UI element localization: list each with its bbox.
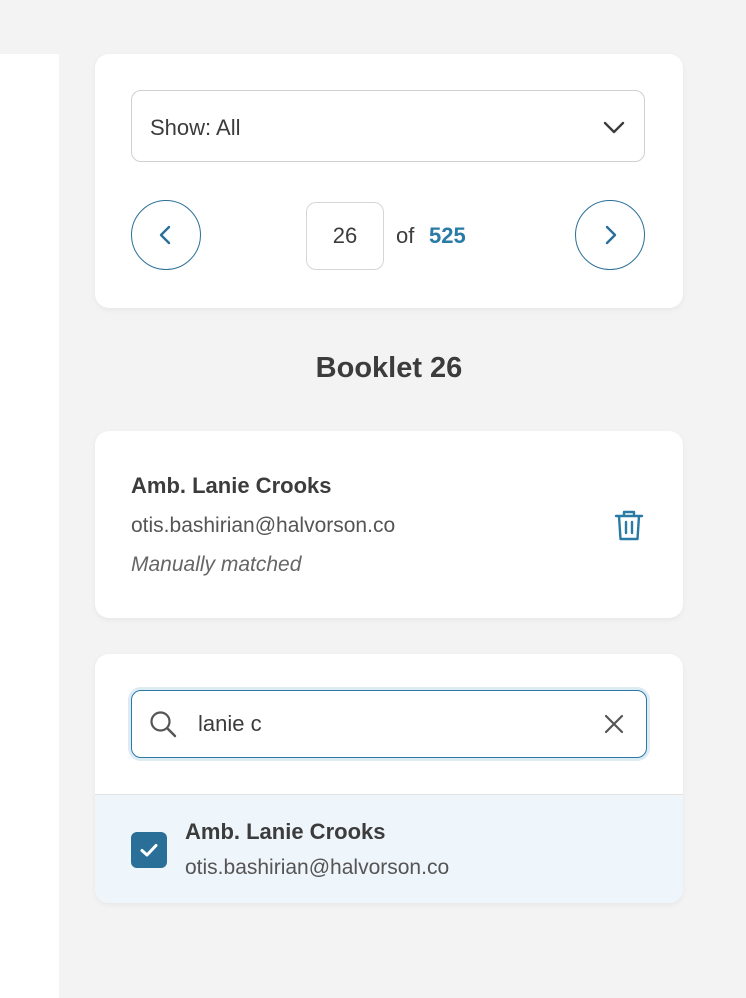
search-icon bbox=[150, 711, 177, 738]
result-checkbox[interactable] bbox=[131, 832, 167, 868]
booklet-title: Booklet 26 bbox=[315, 352, 463, 384]
matched-email: otis.bashirian@halvorson.co bbox=[131, 514, 396, 537]
chevron-right-icon bbox=[605, 225, 617, 245]
total-pages: 525 bbox=[429, 223, 466, 248]
previous-page-button[interactable] bbox=[131, 200, 201, 270]
chevron-left-icon bbox=[159, 225, 171, 245]
search-input[interactable]: lanie c bbox=[131, 690, 647, 758]
result-email: otis.bashirian@halvorson.co bbox=[185, 856, 450, 879]
check-icon bbox=[140, 844, 158, 857]
chevron-down-icon bbox=[603, 121, 625, 134]
result-row[interactable]: Amb. Lanie Crooks otis.bashirian@halvors… bbox=[95, 795, 683, 903]
show-filter-select[interactable]: Show: All bbox=[131, 90, 645, 162]
close-icon[interactable] bbox=[602, 712, 626, 736]
of-label: of bbox=[396, 223, 415, 248]
next-page-button[interactable] bbox=[575, 200, 645, 270]
result-name: Amb. Lanie Crooks bbox=[185, 819, 386, 844]
search-value: lanie c bbox=[198, 711, 262, 736]
navigation-card: Show: All 26 of 525 bbox=[95, 54, 683, 308]
matched-student-card: Amb. Lanie Crooks otis.bashirian@halvors… bbox=[95, 431, 683, 618]
left-panel bbox=[0, 54, 59, 998]
show-filter-label: Show: All bbox=[150, 115, 241, 140]
trash-icon[interactable] bbox=[611, 507, 647, 543]
search-card: lanie c Amb. Lanie Crooks otis.bashirian… bbox=[95, 654, 683, 903]
matched-name: Amb. Lanie Crooks bbox=[131, 473, 332, 498]
page-number-input[interactable]: 26 bbox=[306, 202, 384, 270]
match-status: Manually matched bbox=[131, 553, 302, 576]
